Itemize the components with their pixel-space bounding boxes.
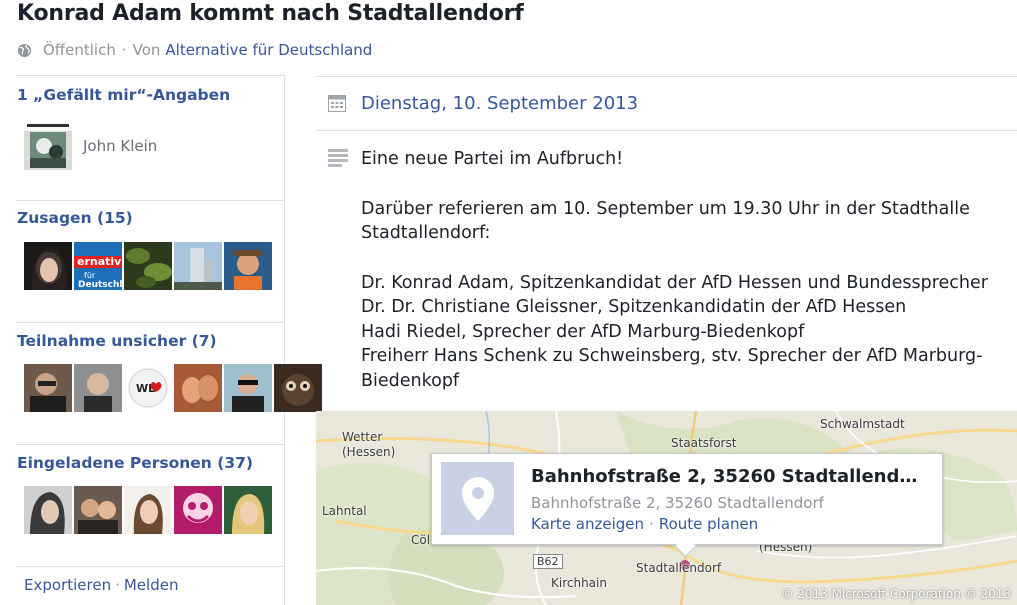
map-label: Lahntal: [322, 504, 367, 518]
description-venue: Darüber referieren am 10. September um 1…: [361, 198, 970, 244]
event-title: Konrad Adam kommt nach Stadtallendorf: [17, 1, 524, 26]
avatar[interactable]: WE: [124, 364, 172, 412]
map-label: Staatsforst: [671, 436, 737, 450]
description-speakers: Dr. Konrad Adam, Spitzenkandidat der AfD…: [361, 272, 988, 391]
invited-avatars: [24, 486, 272, 534]
svg-text:ernativ: ernativ: [77, 255, 122, 268]
separator: ·: [115, 576, 120, 594]
host-link[interactable]: Alternative für Deutschland: [165, 41, 372, 59]
avatar[interactable]: [174, 364, 222, 412]
export-link[interactable]: Exportieren: [24, 576, 111, 594]
maybe-avatars: WE: [24, 364, 322, 412]
avatar[interactable]: [124, 486, 172, 534]
map-label: Schwalmstadt: [820, 417, 905, 431]
plan-route-link[interactable]: Route planen: [659, 515, 758, 533]
location-card[interactable]: Bahnhofstraße 2, 35260 Stadtallend… Bahn…: [431, 453, 943, 545]
location-actions: Karte anzeigen · Route planen: [531, 515, 758, 533]
likes-section: 1 „Gefällt mir“-Angaben John Klein: [16, 76, 284, 201]
liker-name[interactable]: John Klein: [83, 137, 157, 155]
avatar[interactable]: [224, 242, 272, 290]
event-meta: Öffentlich · Von Alternative für Deutsch…: [17, 41, 372, 59]
attending-section: Zusagen (15) ernativ für Deutschl: [16, 201, 284, 323]
map-label: Stadtallendorf: [636, 561, 722, 575]
attending-avatars: ernativ für Deutschl: [24, 242, 272, 290]
event-date: Dienstag, 10. September 2013: [361, 93, 639, 114]
maybe-heading[interactable]: Teilnahme unsicher (7): [17, 332, 217, 350]
report-link[interactable]: Melden: [124, 576, 179, 594]
map-label: Cöl: [411, 533, 431, 547]
map-label: Wetter (Hessen): [342, 430, 396, 459]
avatar[interactable]: [74, 364, 122, 412]
avatar[interactable]: [24, 122, 72, 170]
avatar[interactable]: [224, 364, 272, 412]
location-thumbnail: [441, 462, 514, 535]
event-date-row: Dienstag, 10. September 2013: [316, 76, 1017, 131]
separator: ·: [121, 41, 127, 59]
avatar[interactable]: [24, 486, 72, 534]
invited-heading[interactable]: Eingeladene Personen (37): [17, 454, 253, 472]
map-label: Kirchhain: [551, 576, 607, 590]
left-sidebar: 1 „Gefällt mir“-Angaben John Klein Zusag…: [16, 75, 322, 605]
map-pin-icon: [461, 476, 494, 521]
globe-icon: [17, 43, 32, 57]
avatar[interactable]: [174, 486, 222, 534]
show-map-link[interactable]: Karte anzeigen: [531, 515, 644, 533]
invited-section: Eingeladene Personen (37): [16, 445, 284, 567]
description-lines-icon: [328, 149, 348, 167]
avatar[interactable]: [24, 242, 72, 290]
location-title[interactable]: Bahnhofstraße 2, 35260 Stadtallend…: [531, 466, 917, 487]
event-description: Eine neue Partei im Aufbruch! Darüber re…: [361, 147, 1011, 393]
avatar[interactable]: ernativ fürDeutschl: [74, 242, 122, 290]
avatar[interactable]: [224, 486, 272, 534]
map-copyright: © 2013 Microsoft Corporation © 2013: [781, 587, 1011, 601]
avatar[interactable]: [24, 364, 72, 412]
avatar[interactable]: [124, 242, 172, 290]
privacy-label: Öffentlich: [43, 41, 116, 59]
host-prefix: Von: [132, 41, 161, 59]
svg-text:für: für: [84, 271, 96, 280]
calendar-icon: [328, 95, 346, 112]
svg-text:Deutschl: Deutschl: [78, 280, 122, 290]
sidebar-footer: Exportieren · Melden: [24, 576, 178, 594]
description-intro: Eine neue Partei im Aufbruch!: [361, 149, 624, 169]
location-address: Bahnhofstraße 2, 35260 Stadtallendorf: [531, 494, 824, 512]
avatar[interactable]: [74, 486, 122, 534]
liker-row[interactable]: John Klein: [24, 122, 157, 170]
road-badge: B62: [533, 554, 563, 569]
likes-heading[interactable]: 1 „Gefällt mir“-Angaben: [17, 86, 230, 104]
avatar[interactable]: [274, 364, 322, 412]
separator: ·: [649, 515, 654, 533]
maybe-section: Teilnahme unsicher (7) WE: [16, 323, 322, 445]
avatar[interactable]: [174, 242, 222, 290]
attending-heading[interactable]: Zusagen (15): [17, 209, 133, 227]
